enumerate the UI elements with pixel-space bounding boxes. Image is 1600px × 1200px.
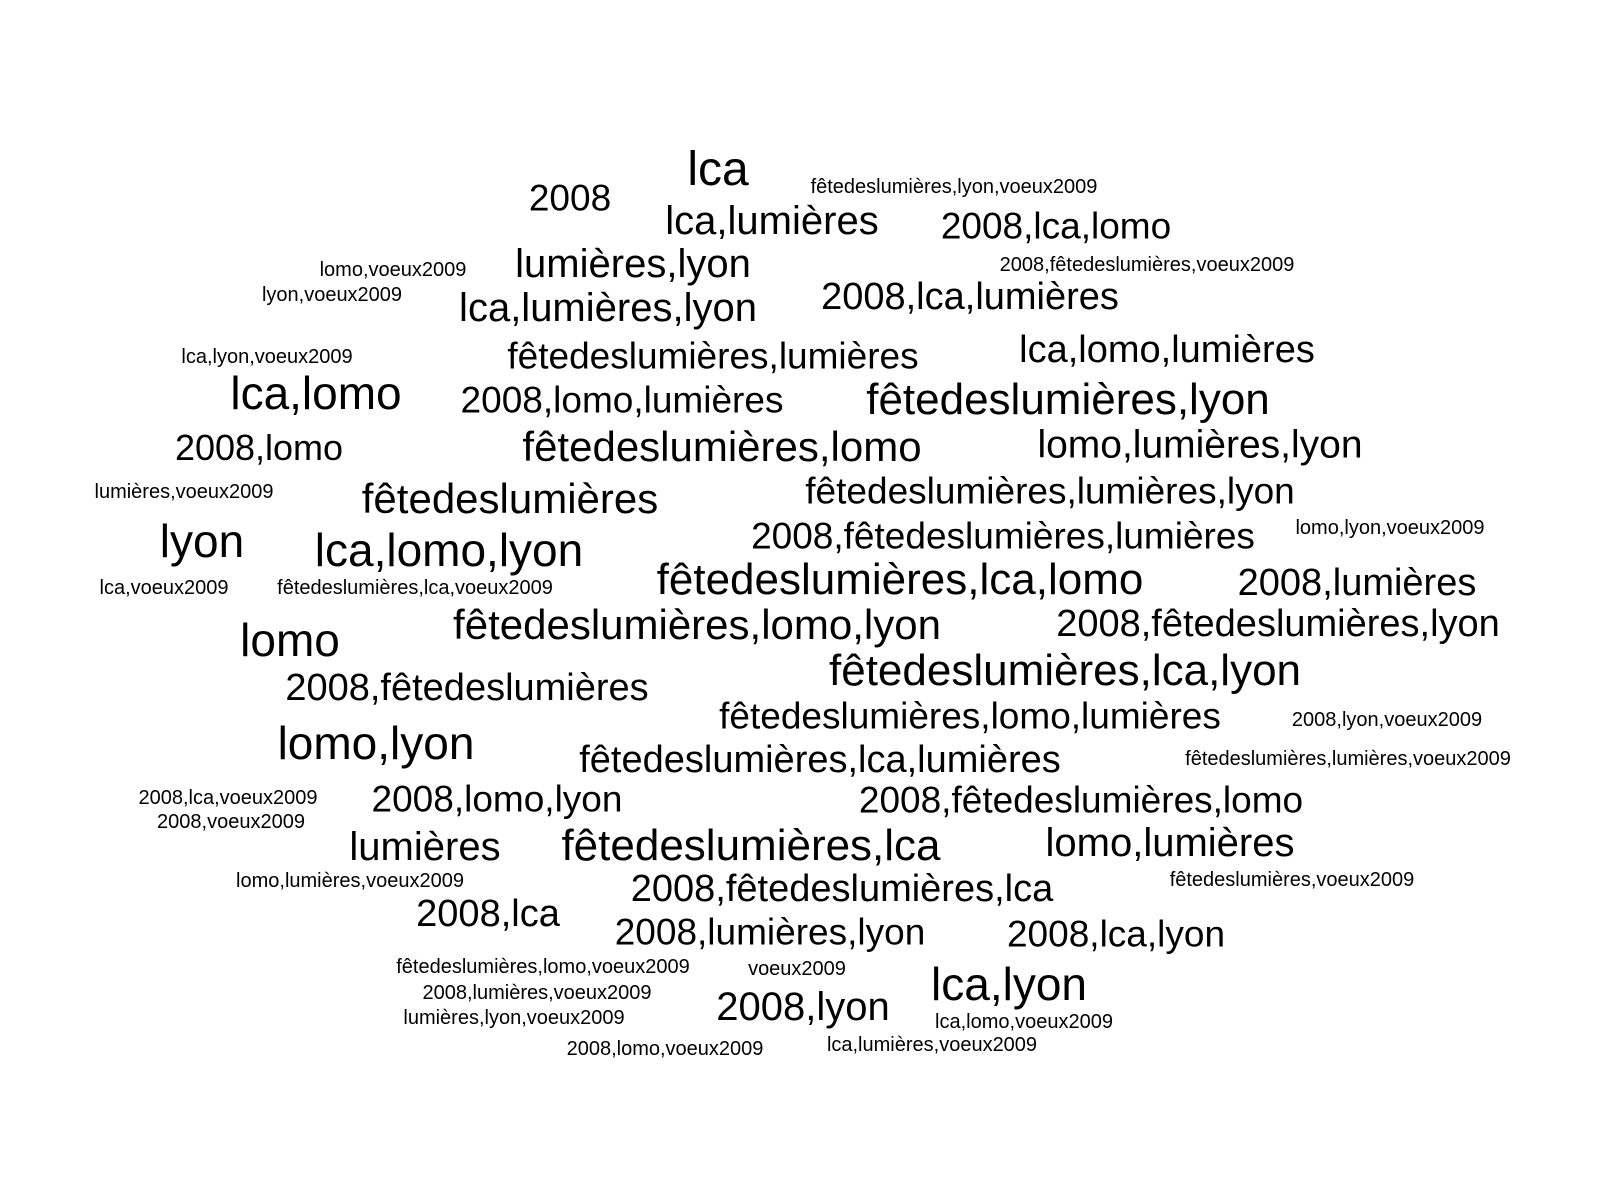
cloud-word: lomo,lyon,voeux2009 [1295,517,1485,539]
cloud-word: lomo,lumières [1045,821,1295,865]
cloud-word: 2008,lca,lomo [940,205,1172,247]
cloud-word: 2008,lumières [1237,562,1477,604]
cloud-word: 2008,voeux2009 [157,811,305,833]
cloud-word: fêtedeslumières [361,475,659,522]
cloud-word: 2008,fêtedeslumières,lumières [751,515,1255,557]
cloud-word: 2008,lca,voeux2009 [138,787,318,809]
cloud-word: lca,lomo,lyon [314,524,584,576]
cloud-word: lca,lumières [665,199,879,243]
cloud-word: 2008,fêtedeslumières,voeux2009 [999,254,1295,276]
cloud-word: lumières,lyon [515,242,751,286]
cloud-word: 2008,fêtedeslumières,lca [630,868,1054,910]
cloud-word: 2008 [528,177,612,219]
cloud-word: fêtedeslumières,lyon,voeux2009 [810,176,1098,198]
cloud-word: 2008,lumières,lyon [614,911,926,953]
cloud-word: lomo,lyon [277,717,475,769]
cloud-word: fêtedeslumières,lumières,lyon [805,470,1295,512]
cloud-word: lca,lomo,voeux2009 [935,1011,1113,1033]
cloud-word: lca [687,143,749,196]
cloud-word: lca,voeux2009 [99,577,229,599]
cloud-word: 2008,lca [416,893,560,935]
cloud-word: fêtedeslumières,lca,lyon [828,646,1302,695]
cloud-word: lomo,voeux2009 [319,259,467,281]
cloud-word: 2008,lomo,lyon [371,778,623,820]
cloud-word: lumières [349,825,501,869]
cloud-word: fêtedeslumières,lca [561,821,941,870]
cloud-word: lomo [240,614,340,666]
cloud-word: fêtedeslumières,lumières,voeux2009 [1185,748,1511,770]
cloud-word: fêtedeslumières,lca,lomo [656,555,1144,604]
cloud-word: fêtedeslumières,lomo,lumières [719,695,1221,737]
cloud-word: lca,lumières,voeux2009 [826,1034,1038,1056]
cloud-word: lomo,lumières,voeux2009 [236,870,464,892]
cloud-word: lca,lyon [931,958,1087,1010]
cloud-word: 2008,lca,lyon [1006,913,1226,955]
cloud-word: 2008,lomo,lumières [460,379,784,421]
cloud-word: 2008,lyon [716,985,890,1029]
cloud-word: fêtedeslumières,lomo,voeux2009 [396,956,690,978]
cloud-word: lca,lyon,voeux2009 [181,346,353,368]
cloud-word: fêtedeslumières,voeux2009 [1169,869,1415,891]
cloud-word: 2008,lyon,voeux2009 [1291,709,1483,731]
cloud-word: fêtedeslumières,lyon [866,375,1270,424]
cloud-word: 2008,lomo [174,427,344,468]
cloud-word: fêtedeslumières,lumières [507,335,919,377]
cloud-word: 2008,fêtedeslumières [285,667,649,709]
word-cloud: lca 2008 fêtedeslumières,lyon,voeux2009 … [0,0,1600,1200]
cloud-word: fêtedeslumières,lca,lumières [579,739,1061,781]
cloud-word: fêtedeslumières,lomo,lyon [453,601,941,648]
cloud-word: 2008,lumières,voeux2009 [422,982,652,1004]
cloud-word: fêtedeslumières,lca,voeux2009 [277,577,553,599]
cloud-word: lumières,lyon,voeux2009 [403,1007,625,1029]
cloud-word: 2008,fêtedeslumières,lyon [1056,603,1500,645]
cloud-word: fêtedeslumières,lomo [522,423,922,470]
cloud-word: lumières,voeux2009 [94,481,274,503]
cloud-word: lca,lomo [230,367,402,419]
cloud-word: 2008,fêtedeslumières,lomo [858,779,1304,821]
cloud-word: lca,lumières,lyon [459,286,757,330]
cloud-word: 2008,lca,lumières [821,276,1119,318]
cloud-word: lomo,lumières,lyon [1037,423,1363,467]
cloud-word: lyon [159,515,245,567]
cloud-word: 2008,lomo,voeux2009 [566,1038,764,1060]
cloud-word: voeux2009 [748,958,846,980]
cloud-word: lca,lomo,lumières [1019,329,1315,371]
cloud-word: lyon,voeux2009 [261,284,403,306]
